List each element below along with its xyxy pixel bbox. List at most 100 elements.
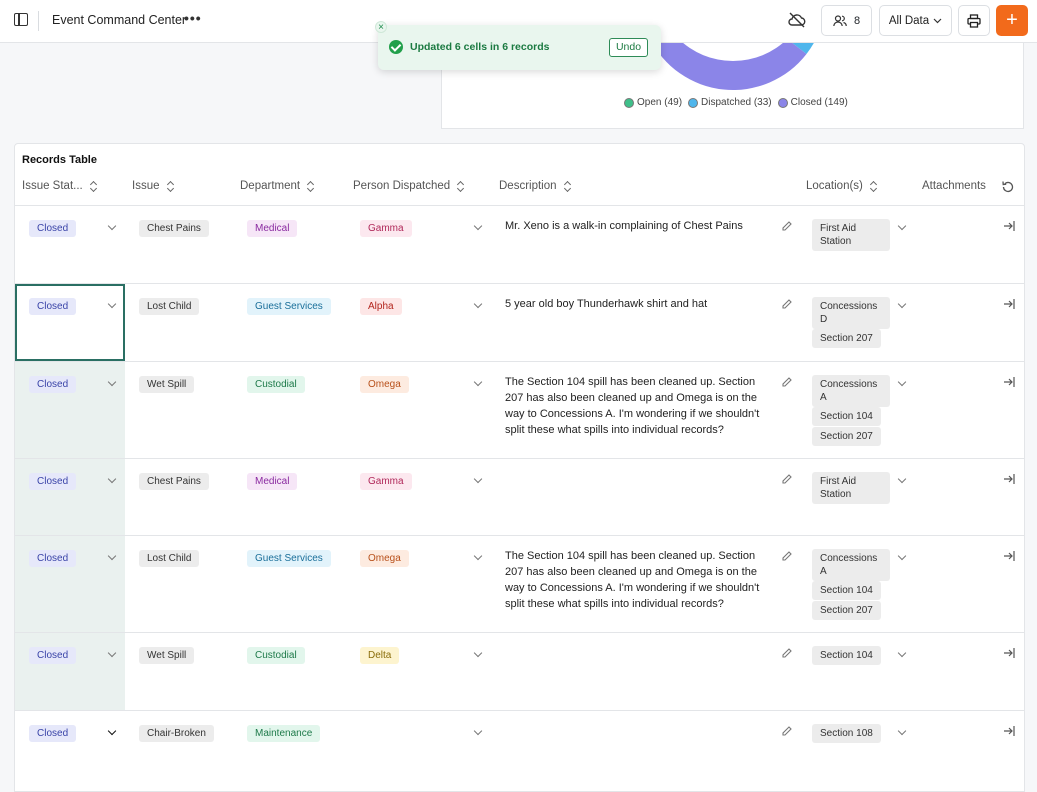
expand-record-icon[interactable] xyxy=(1003,376,1015,388)
more-options-button[interactable]: ••• xyxy=(184,10,202,26)
legend-item-closed[interactable]: Closed (149) xyxy=(777,97,848,108)
column-header-issue-status[interactable]: Issue Stat... xyxy=(22,180,98,192)
pencil-icon[interactable] xyxy=(781,376,793,388)
print-button[interactable] xyxy=(958,5,990,36)
table-row[interactable]: Closed Lost Child Guest Services Alpha 5 yea… xyxy=(15,284,1024,362)
sort-icon[interactable] xyxy=(564,180,572,192)
chevron-down-icon[interactable] xyxy=(473,299,483,309)
status-cell[interactable] xyxy=(15,284,125,361)
chevron-down-icon[interactable] xyxy=(897,648,907,658)
sort-icon[interactable] xyxy=(90,180,98,192)
table-row[interactable]: Closed Chair-Broken Maintenance Section 108 xyxy=(15,711,1024,791)
legend-item-open[interactable]: Open (49) xyxy=(624,97,682,108)
toast-message: Updated 6 cells in 6 records xyxy=(410,41,550,53)
expand-record-icon[interactable] xyxy=(1003,220,1015,232)
issue-tag: Wet Spill xyxy=(139,647,195,664)
chevron-down-icon[interactable] xyxy=(897,299,907,309)
chevron-down-icon[interactable] xyxy=(473,551,483,561)
pencil-icon[interactable] xyxy=(781,220,793,232)
status-cell[interactable] xyxy=(15,633,125,710)
pencil-icon[interactable] xyxy=(781,298,793,310)
pencil-icon[interactable] xyxy=(781,473,793,485)
legend-label: Closed (149) xyxy=(790,97,848,108)
collaborators-button[interactable]: 8 xyxy=(821,5,872,36)
expand-record-icon[interactable] xyxy=(1003,725,1015,737)
expand-record-icon[interactable] xyxy=(1003,298,1015,310)
column-label: Issue Stat... xyxy=(22,180,83,192)
pencil-icon[interactable] xyxy=(781,647,793,659)
location-tag: Section 207 xyxy=(812,600,881,620)
column-header-department[interactable]: Department xyxy=(240,180,315,192)
description-text[interactable]: Mr. Xeno is a walk-in complaining of Che… xyxy=(505,218,773,234)
column-header-description[interactable]: Description xyxy=(499,180,572,192)
chevron-down-icon[interactable] xyxy=(473,726,483,736)
department-tag: Guest Services xyxy=(247,550,331,567)
issue-tag: Chest Pains xyxy=(139,473,209,490)
chevron-down-icon[interactable] xyxy=(897,377,907,387)
location-tag: First Aid Station xyxy=(812,219,890,251)
chevron-down-icon[interactable] xyxy=(897,474,907,484)
status-tag: Closed xyxy=(29,220,77,237)
column-header-attachments[interactable]: Attachments xyxy=(922,180,986,192)
status-cell[interactable] xyxy=(15,206,125,283)
expand-record-icon[interactable] xyxy=(1003,647,1015,659)
chevron-down-icon[interactable] xyxy=(473,474,483,484)
sort-icon[interactable] xyxy=(307,180,315,192)
chevron-down-icon[interactable] xyxy=(897,726,907,736)
pencil-icon[interactable] xyxy=(781,550,793,562)
column-label: Attachments xyxy=(922,180,986,192)
issue-tag: Chair-Broken xyxy=(139,725,214,742)
printer-icon xyxy=(967,13,981,28)
table-row[interactable]: Closed Wet Spill Custodial Omega The Section… xyxy=(15,362,1024,459)
column-label: Issue xyxy=(132,180,160,192)
person-tag: Alpha xyxy=(360,298,402,315)
all-data-label: All Data xyxy=(888,14,930,27)
table-row[interactable]: Closed Wet Spill Custodial Delta Section 104 xyxy=(15,633,1024,711)
table-row[interactable]: Closed Chest Pains Medical Gamma Mr. Xeno is… xyxy=(15,206,1024,284)
sidebar-toggle-icon[interactable] xyxy=(14,13,28,26)
chevron-down-icon[interactable] xyxy=(897,551,907,561)
column-header-locations[interactable]: Location(s) xyxy=(806,180,878,192)
expand-record-icon[interactable] xyxy=(1003,550,1015,562)
all-data-dropdown[interactable]: All Data xyxy=(879,5,952,36)
status-tag: Closed xyxy=(29,725,77,742)
status-cell[interactable] xyxy=(15,711,125,791)
status-tag: Closed xyxy=(29,647,77,664)
issue-tag: Lost Child xyxy=(139,298,200,315)
pencil-icon[interactable] xyxy=(781,725,793,737)
column-label: Location(s) xyxy=(806,180,863,192)
column-header-person-dispatched[interactable]: Person Dispatched xyxy=(353,180,465,192)
status-cell[interactable] xyxy=(15,459,125,535)
add-record-button[interactable]: + xyxy=(996,5,1028,36)
column-header-issue[interactable]: Issue xyxy=(132,180,175,192)
description-text[interactable]: 5 year old boy Thunderhawk shirt and hat xyxy=(505,296,773,312)
description-text[interactable]: The Section 104 spill has been cleaned u… xyxy=(505,548,773,612)
description-text[interactable]: The Section 104 spill has been cleaned u… xyxy=(505,374,773,438)
users-count: 8 xyxy=(853,14,861,27)
cloud-sync-icon[interactable] xyxy=(787,10,807,30)
refresh-icon[interactable] xyxy=(1001,180,1015,194)
department-tag: Medical xyxy=(247,220,298,237)
person-tag: Omega xyxy=(360,376,409,393)
chevron-down-icon xyxy=(933,18,942,23)
issue-tag: Lost Child xyxy=(139,550,200,567)
department-tag: Maintenance xyxy=(247,725,321,742)
column-label: Description xyxy=(499,180,557,192)
sort-icon[interactable] xyxy=(457,180,465,192)
location-tag: Concessions A xyxy=(812,375,890,407)
toast-close-icon[interactable]: × xyxy=(375,21,387,33)
chevron-down-icon[interactable] xyxy=(897,221,907,231)
table-row[interactable]: Closed Lost Child Guest Services Omega The S… xyxy=(15,536,1024,633)
undo-button[interactable]: Undo xyxy=(609,38,648,57)
chevron-down-icon[interactable] xyxy=(473,648,483,658)
sort-icon[interactable] xyxy=(870,180,878,192)
person-tag: Omega xyxy=(360,550,409,567)
chevron-down-icon[interactable] xyxy=(473,221,483,231)
users-icon xyxy=(833,14,847,26)
sort-icon[interactable] xyxy=(167,180,175,192)
table-title: Records Table xyxy=(22,154,97,166)
expand-record-icon[interactable] xyxy=(1003,473,1015,485)
chevron-down-icon[interactable] xyxy=(473,377,483,387)
table-row[interactable]: Closed Chest Pains Medical Gamma First Aid S… xyxy=(15,459,1024,536)
legend-item-dispatched[interactable]: Dispatched (33) xyxy=(688,97,772,108)
